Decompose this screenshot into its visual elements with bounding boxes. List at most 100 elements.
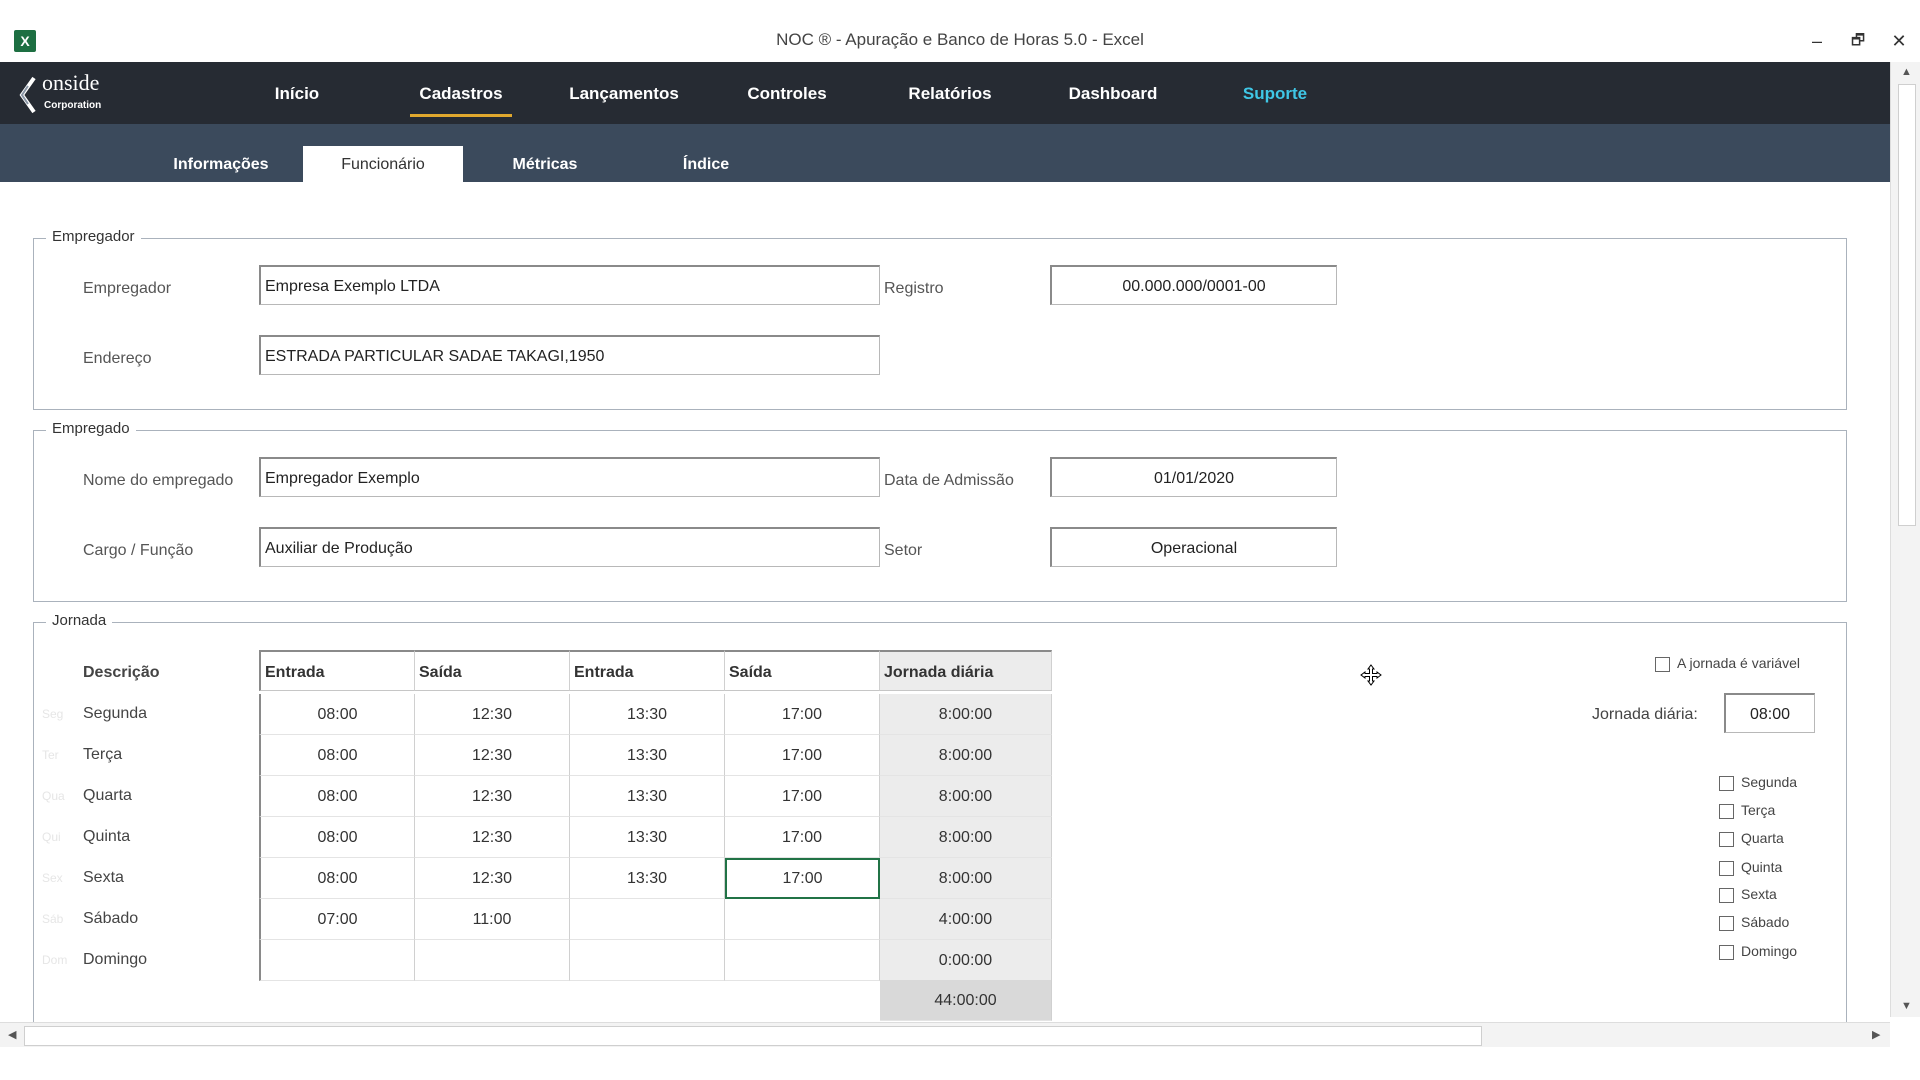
cell-saida-1[interactable]: 12:30 — [415, 776, 570, 817]
cargo-label: Cargo / Função — [83, 542, 194, 559]
day-abbrev: Sáb — [42, 912, 64, 926]
cell-saida-1[interactable] — [415, 940, 570, 981]
cell-entrada-2[interactable]: 13:30 — [570, 694, 725, 735]
cell-entrada-1[interactable]: 08:00 — [259, 776, 415, 817]
weekday-checkbox[interactable] — [1719, 804, 1734, 819]
weekly-total: 44:00:00 — [880, 980, 1052, 1021]
day-label-5: Sexta — [83, 869, 124, 886]
horizontal-scroll-thumb[interactable] — [24, 1026, 1482, 1046]
cell-entrada-2[interactable] — [570, 940, 725, 981]
nav-inicio[interactable]: Início — [232, 84, 362, 104]
cell-jornada-diaria: 4:00:00 — [880, 899, 1052, 940]
cell-jornada-diaria: 8:00:00 — [880, 694, 1052, 735]
empregado-group: Empregado — [33, 420, 1847, 602]
daily-jornada-label: Jornada diária: — [1592, 706, 1698, 723]
day-abbrev: Sex — [42, 871, 63, 885]
day-label-2: Terça — [83, 746, 123, 763]
cell-entrada-1[interactable]: 08:00 — [259, 858, 415, 899]
weekday-checkbox[interactable] — [1719, 888, 1734, 903]
nav-controles[interactable]: Controles — [722, 84, 852, 104]
day-label-6: Sábado — [83, 910, 139, 927]
cell-entrada-2[interactable]: 13:30 — [570, 735, 725, 776]
day-label-1: Segunda — [83, 705, 148, 722]
endereco-label: Endereço — [83, 350, 152, 367]
admissao-field[interactable]: 01/01/2020 — [1050, 457, 1337, 497]
cell-entrada-1[interactable]: 07:00 — [259, 899, 415, 940]
endereco-field[interactable]: ESTRADA PARTICULAR SADAE TAKAGI,1950 — [259, 335, 880, 375]
weekday-checkbox[interactable] — [1719, 861, 1734, 876]
cell-entrada-1[interactable]: 08:00 — [259, 694, 415, 735]
cell-entrada-2[interactable]: 13:30 — [570, 776, 725, 817]
scroll-down-icon[interactable]: ▼ — [1901, 1000, 1912, 1012]
scroll-up-icon[interactable]: ▲ — [1901, 66, 1912, 78]
cargo-field[interactable]: Auxiliar de Produção — [259, 527, 880, 567]
setor-field[interactable]: Operacional — [1050, 527, 1337, 567]
weekday-checkbox[interactable] — [1719, 945, 1734, 960]
weekday-checkbox-label: Domingo — [1741, 943, 1798, 959]
logo-sub: Corporation — [44, 100, 102, 111]
horizontal-scrollbar[interactable]: ◀ ▶ — [0, 1022, 1890, 1047]
tab-indice[interactable]: Índice — [626, 146, 786, 182]
cell-entrada-1[interactable]: 08:00 — [259, 735, 415, 776]
weekday-checkbox[interactable] — [1719, 832, 1734, 847]
cell-jornada-diaria: 8:00:00 — [880, 776, 1052, 817]
nav-relatorios[interactable]: Relatórios — [885, 84, 1015, 104]
cell-entrada-2[interactable]: 13:30 — [570, 858, 725, 899]
vertical-scrollbar[interactable]: ▲ ▼ — [1890, 62, 1920, 1017]
nome-field[interactable]: Empregador Exemplo — [259, 457, 880, 497]
cell-jornada-diaria: 8:00:00 — [880, 735, 1052, 776]
day-abbrev: Dom — [42, 953, 68, 967]
tab-metricas[interactable]: Métricas — [465, 146, 625, 182]
cell-saida-2[interactable] — [725, 940, 880, 981]
minimize-button[interactable]: – — [1802, 28, 1832, 54]
cell-jornada-diaria: 8:00:00 — [880, 858, 1052, 899]
cell-jornada-diaria: 8:00:00 — [880, 817, 1052, 858]
weekday-checkbox[interactable] — [1719, 916, 1734, 931]
scroll-left-icon[interactable]: ◀ — [8, 1028, 16, 1041]
cell-entrada-1[interactable] — [259, 940, 415, 981]
day-label-4: Quinta — [83, 828, 131, 845]
weekday-checkbox[interactable] — [1719, 776, 1734, 791]
close-button[interactable]: ✕ — [1884, 28, 1914, 54]
variable-jornada-checkbox[interactable] — [1655, 657, 1670, 672]
cell-entrada-2[interactable]: 13:30 — [570, 817, 725, 858]
cell-saida-1[interactable]: 12:30 — [415, 817, 570, 858]
empregado-group-title: Empregado — [46, 420, 136, 437]
sub-navigation: Informações Funcionário Métricas Índice — [0, 124, 1890, 182]
day-label-7: Domingo — [83, 951, 148, 968]
cell-saida-1[interactable]: 12:30 — [415, 694, 570, 735]
empregador-field[interactable]: Empresa Exemplo LTDA — [259, 265, 880, 305]
cell-saida-2[interactable]: 17:00 — [725, 776, 880, 817]
day-abbrev: Seg — [42, 707, 64, 721]
nav-lancamentos[interactable]: Lançamentos — [559, 84, 689, 104]
nav-cadastros[interactable]: Cadastros — [396, 84, 526, 117]
nav-suporte[interactable]: Suporte — [1210, 84, 1340, 104]
vertical-scroll-thumb[interactable] — [1898, 84, 1916, 526]
cell-entrada-2[interactable] — [570, 899, 725, 940]
onside-logo: onside Corporation — [18, 68, 138, 118]
empregador-group: Empregador — [33, 228, 1847, 410]
nav-dashboard[interactable]: Dashboard — [1048, 84, 1178, 104]
cell-saida-1[interactable]: 12:30 — [415, 858, 570, 899]
logo-brand: onside — [42, 70, 100, 95]
cell-saida-1[interactable]: 11:00 — [415, 899, 570, 940]
cell-saida-2[interactable]: 17:00 — [725, 694, 880, 735]
nome-label: Nome do empregado — [83, 472, 234, 489]
cell-saida-2[interactable]: 17:00 — [725, 735, 880, 776]
weekday-checkbox-label: Sexta — [1741, 886, 1777, 902]
restore-button[interactable]: 🗗 — [1843, 28, 1873, 54]
cell-saida-2[interactable]: 17:00 — [725, 858, 880, 899]
cell-jornada-diaria: 0:00:00 — [880, 940, 1052, 981]
cell-saida-1[interactable]: 12:30 — [415, 735, 570, 776]
scroll-right-icon[interactable]: ▶ — [1872, 1028, 1880, 1041]
day-label-3: Quarta — [83, 787, 132, 804]
col-header-entrada-1: Entrada — [259, 650, 415, 691]
tab-funcionario[interactable]: Funcionário — [303, 146, 463, 182]
title-bar: X NOC ® - Apuração e Banco de Horas 5.0 … — [0, 0, 1920, 62]
daily-jornada-field[interactable]: 08:00 — [1724, 693, 1815, 733]
cell-saida-2[interactable]: 17:00 — [725, 817, 880, 858]
cell-saida-2[interactable] — [725, 899, 880, 940]
tab-informacoes[interactable]: Informações — [141, 146, 301, 182]
registro-field[interactable]: 00.000.000/0001-00 — [1050, 265, 1337, 305]
cell-entrada-1[interactable]: 08:00 — [259, 817, 415, 858]
